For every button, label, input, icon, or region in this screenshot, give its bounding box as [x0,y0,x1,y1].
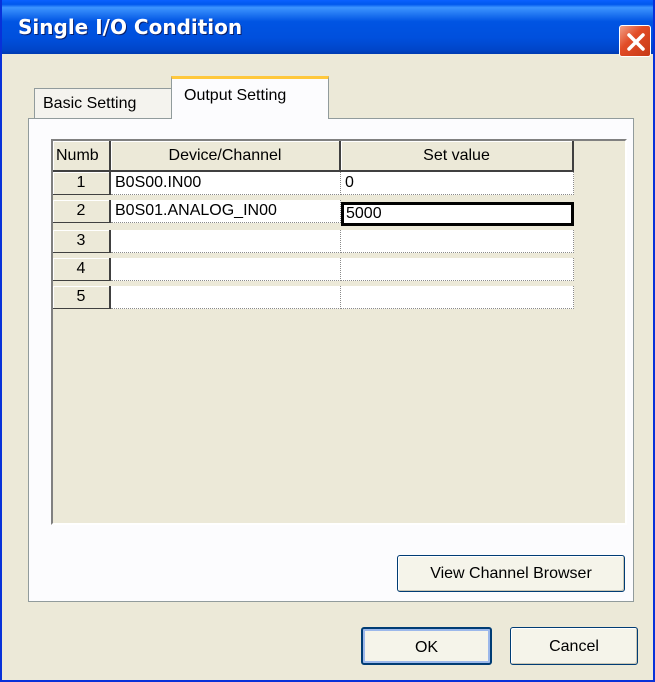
cell-set-value-5[interactable] [341,286,574,309]
cell-device-4[interactable] [111,258,341,281]
column-header-set-value[interactable]: Set value [341,141,574,172]
cell-set-value-1[interactable]: 0 [341,172,574,195]
cell-device-1[interactable]: B0S00.IN00 [111,172,341,195]
row-number-2[interactable]: 2 [53,200,111,223]
title-bar[interactable]: Single I/O Condition [2,0,653,54]
close-icon [627,33,645,51]
close-button[interactable] [619,25,651,57]
cell-set-value-2-editing[interactable]: 5000 [341,202,574,226]
row-number-3[interactable]: 3 [53,230,111,253]
column-header-device-channel[interactable]: Device/Channel [111,141,341,172]
tab-basic-setting[interactable]: Basic Setting [34,88,172,118]
cancel-button[interactable]: Cancel [510,627,638,665]
cell-device-3[interactable] [111,230,341,253]
row-number-5[interactable]: 5 [53,286,111,309]
cell-device-2[interactable]: B0S01.ANALOG_IN00 [111,200,341,223]
cell-set-value-4[interactable] [341,258,574,281]
column-header-number[interactable]: Numb [53,141,111,172]
view-channel-browser-button[interactable]: View Channel Browser [397,555,625,592]
row-number-1[interactable]: 1 [53,172,111,195]
dialog-title: Single I/O Condition [18,15,243,39]
cell-device-5[interactable] [111,286,341,309]
cell-set-value-3[interactable] [341,230,574,253]
io-grid [51,139,627,525]
ok-button[interactable]: OK [361,627,492,665]
row-number-4[interactable]: 4 [53,258,111,281]
tab-output-setting[interactable]: Output Setting [171,76,329,119]
